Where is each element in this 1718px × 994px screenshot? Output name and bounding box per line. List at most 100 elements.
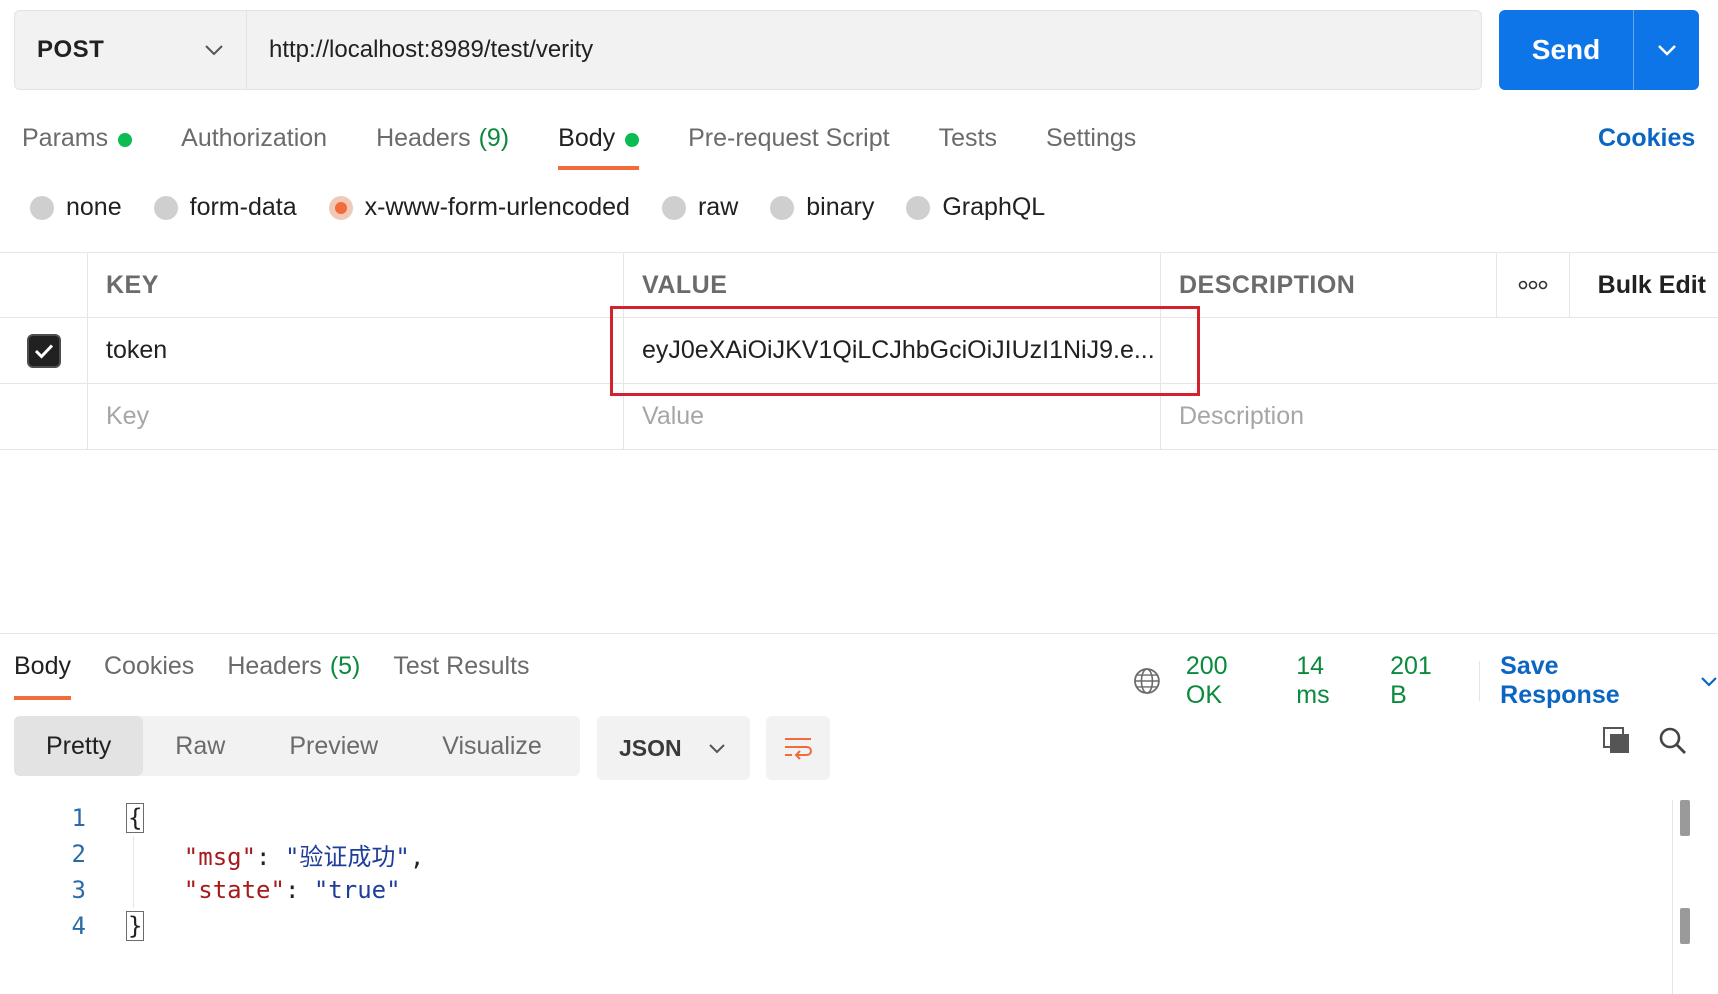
tab-label: Body bbox=[14, 652, 71, 680]
method-select[interactable]: POST bbox=[15, 11, 247, 89]
tab-headers[interactable]: Headers (9) bbox=[376, 118, 509, 170]
view-preview[interactable]: Preview bbox=[257, 716, 410, 776]
response-tab-cookies[interactable]: Cookies bbox=[104, 650, 194, 700]
response-tab-headers[interactable]: Headers (5) bbox=[227, 650, 360, 700]
tab-label: Headers bbox=[376, 124, 471, 152]
response-divider bbox=[0, 633, 1718, 634]
send-options-button[interactable] bbox=[1634, 10, 1699, 90]
search-icon[interactable] bbox=[1658, 726, 1688, 756]
active-dot-icon bbox=[625, 133, 640, 147]
code-scrollbar-track[interactable] bbox=[1672, 800, 1673, 994]
json-value: "验证成功" bbox=[284, 842, 410, 871]
response-time[interactable]: 14 ms bbox=[1296, 652, 1364, 710]
method-label: POST bbox=[37, 36, 105, 63]
json-colon: : bbox=[256, 842, 285, 871]
radio-label: form-data bbox=[189, 193, 297, 221]
wrap-lines-icon bbox=[785, 738, 812, 760]
more-options-button[interactable] bbox=[1496, 253, 1570, 317]
send-button[interactable]: Send bbox=[1499, 10, 1634, 90]
tab-params[interactable]: Params bbox=[22, 118, 133, 170]
tab-label: Tests bbox=[938, 124, 997, 152]
indent-guide bbox=[133, 872, 134, 908]
response-tab-body[interactable]: Body bbox=[14, 650, 71, 700]
code-line: 3 "state": "true" bbox=[0, 872, 1670, 908]
response-tabs: Body Cookies Headers (5) Test Results bbox=[14, 650, 563, 700]
table-header-row: KEY VALUE DESCRIPTION Bulk Edit bbox=[0, 252, 1718, 318]
radio-x-www-form-urlencoded[interactable]: x-www-form-urlencoded bbox=[328, 193, 630, 222]
scrollbar-thumb[interactable] bbox=[1680, 908, 1690, 944]
checkmark-icon bbox=[34, 343, 53, 359]
tab-count: (9) bbox=[478, 124, 510, 152]
response-tab-test-results[interactable]: Test Results bbox=[393, 650, 529, 700]
bulk-edit-button[interactable]: Bulk Edit bbox=[1570, 253, 1718, 317]
globe-icon[interactable] bbox=[1132, 666, 1162, 696]
radio-circle-selected bbox=[328, 195, 353, 220]
line-number: 3 bbox=[71, 876, 86, 904]
radio-form-data[interactable]: form-data bbox=[153, 193, 297, 222]
radio-circle bbox=[153, 195, 178, 220]
send-button-group: Send bbox=[1499, 10, 1699, 90]
tab-body[interactable]: Body bbox=[558, 118, 640, 170]
format-select[interactable]: JSON bbox=[597, 716, 750, 780]
tab-settings[interactable]: Settings bbox=[1046, 118, 1136, 170]
view-raw[interactable]: Raw bbox=[143, 716, 257, 776]
row-checkbox-cell bbox=[0, 318, 88, 383]
radio-label: x-www-form-urlencoded bbox=[364, 193, 630, 221]
url-input[interactable]: http://localhost:8989/test/verity bbox=[247, 11, 1481, 89]
wrap-lines-button[interactable] bbox=[766, 716, 830, 780]
tab-pre-request-script[interactable]: Pre-request Script bbox=[688, 118, 889, 170]
active-dot-icon bbox=[118, 133, 133, 147]
close-brace: } bbox=[126, 911, 145, 941]
scrollbar-thumb[interactable] bbox=[1680, 800, 1690, 836]
radio-binary[interactable]: binary bbox=[770, 193, 874, 222]
value-input[interactable]: Value bbox=[624, 384, 1161, 449]
header-value: VALUE bbox=[624, 253, 1161, 317]
copy-icon[interactable] bbox=[1602, 726, 1632, 756]
indent-guide bbox=[133, 836, 134, 872]
header-check-cell bbox=[0, 253, 88, 317]
cookies-link[interactable]: Cookies bbox=[1598, 124, 1695, 153]
chevron-down-icon bbox=[709, 743, 725, 753]
radio-none[interactable]: none bbox=[30, 193, 122, 222]
request-tabs: Params Authorization Headers (9) Body Pre… bbox=[22, 118, 1185, 170]
view-visualize[interactable]: Visualize bbox=[410, 716, 574, 776]
radio-raw[interactable]: raw bbox=[661, 193, 739, 222]
description-input[interactable]: Description bbox=[1161, 384, 1496, 449]
tab-label: Cookies bbox=[103, 652, 195, 680]
save-response-label: Save Response bbox=[1500, 652, 1620, 709]
response-code[interactable]: 1 { 2 "msg": "验证成功", 3 "state": "true" 4… bbox=[0, 800, 1670, 944]
tab-label: Test Results bbox=[393, 652, 530, 680]
row-description[interactable] bbox=[1161, 318, 1496, 383]
response-size[interactable]: 201 B bbox=[1390, 652, 1455, 710]
view-pretty[interactable]: Pretty bbox=[14, 716, 144, 776]
header-key: KEY bbox=[88, 253, 624, 317]
tab-label: Pre-request Script bbox=[688, 124, 890, 152]
row-checkbox[interactable] bbox=[26, 333, 61, 368]
tab-label: Headers bbox=[227, 652, 322, 680]
save-response-button[interactable]: Save Response bbox=[1500, 652, 1718, 710]
row-key[interactable]: token bbox=[88, 318, 624, 383]
tab-tests[interactable]: Tests bbox=[939, 118, 997, 170]
line-number: 2 bbox=[71, 840, 86, 868]
tab-label: Settings bbox=[1045, 124, 1137, 152]
tab-authorization[interactable]: Authorization bbox=[181, 118, 327, 170]
code-text: } bbox=[86, 911, 145, 941]
status-separator bbox=[1479, 661, 1481, 701]
request-bar: POST http://localhost:8989/test/verity bbox=[14, 10, 1482, 90]
url-text: http://localhost:8989/test/verity bbox=[269, 36, 594, 63]
table-row-empty: Key Value Description bbox=[0, 384, 1718, 450]
row-value[interactable]: eyJ0eXAiOiJKV1QiLCJhbGciOiJIUzI1NiJ9.e..… bbox=[624, 318, 1161, 383]
code-line: 1 { bbox=[0, 800, 1670, 836]
radio-label: raw bbox=[697, 193, 739, 221]
radio-label: GraphQL bbox=[942, 193, 1046, 221]
format-label: JSON bbox=[619, 734, 682, 761]
radio-graphql[interactable]: GraphQL bbox=[906, 193, 1045, 222]
radio-circle bbox=[30, 195, 54, 220]
radio-circle bbox=[770, 195, 795, 220]
code-text: { bbox=[86, 803, 145, 833]
tab-label: Body bbox=[558, 124, 616, 152]
code-text: "msg": "验证成功", bbox=[86, 837, 425, 872]
response-status-bar: 200 OK 14 ms 201 B Save Response bbox=[1132, 652, 1718, 710]
key-input[interactable]: Key bbox=[88, 384, 624, 449]
status-code[interactable]: 200 OK bbox=[1186, 652, 1270, 710]
